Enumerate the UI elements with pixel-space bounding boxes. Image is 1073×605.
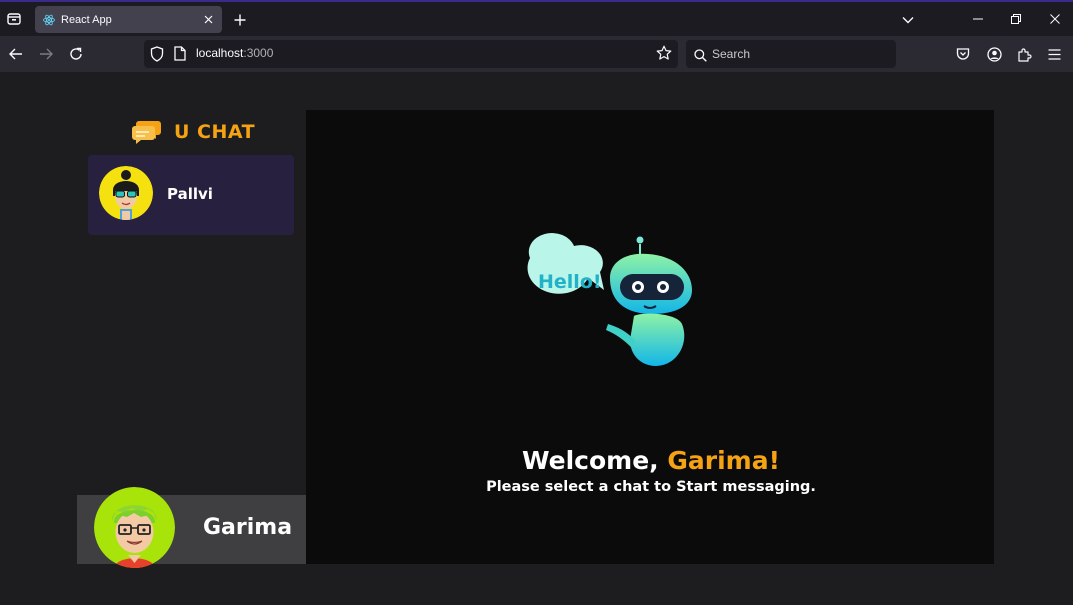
welcome-username: Garima! — [667, 446, 781, 475]
robot-bubble-text: Hello! — [538, 271, 602, 293]
search-icon — [694, 47, 707, 66]
sidebar: U CHAT Pallvi Garima — [77, 110, 306, 568]
close-window-icon[interactable] — [1037, 6, 1073, 32]
contact-name: Pallvi — [167, 185, 213, 203]
tab-bar: React App — [0, 2, 1073, 36]
bookmark-star-icon[interactable] — [656, 45, 672, 65]
url-host: localhost — [196, 46, 244, 60]
page-icon[interactable] — [174, 46, 186, 65]
url-port: :3000 — [243, 46, 274, 60]
chat-panel: Hello! Welcome, Garima! Please select a … — [306, 110, 994, 564]
forward-arrow-icon[interactable] — [34, 42, 58, 66]
account-icon[interactable] — [982, 42, 1006, 66]
brand-name: U CHAT — [174, 121, 256, 143]
welcome-heading: Welcome, Garima! — [306, 446, 996, 475]
back-arrow-icon[interactable] — [4, 42, 28, 66]
react-icon — [43, 14, 55, 26]
search-bar[interactable]: Search — [686, 40, 896, 68]
chat-bubbles-logo-icon — [132, 121, 161, 144]
url-text[interactable]: localhost:3000 — [196, 46, 273, 60]
current-user-name: Garima — [203, 515, 293, 540]
new-tab-icon[interactable] — [229, 9, 251, 31]
contact-item[interactable]: Pallvi — [88, 155, 294, 235]
brand: U CHAT — [132, 118, 255, 146]
navigation-toolbar: localhost:3000 Search — [0, 36, 1073, 72]
page-viewport: U CHAT Pallvi Garima Hello! Welcome, Gar… — [0, 72, 1073, 605]
avatar — [99, 166, 153, 220]
restore-icon[interactable] — [998, 6, 1034, 32]
tracking-shield-icon[interactable] — [150, 46, 164, 66]
address-bar[interactable]: localhost:3000 — [144, 40, 678, 68]
tab-list-icon[interactable] — [4, 7, 24, 29]
browser-tab[interactable]: React App — [35, 6, 222, 33]
welcome-prefix: Welcome, — [521, 446, 668, 475]
minimize-icon[interactable] — [960, 6, 996, 32]
reload-icon[interactable] — [64, 42, 88, 66]
tab-title: React App — [61, 13, 112, 26]
hello-robot-illustration: Hello! — [527, 233, 692, 366]
search-placeholder: Search — [712, 47, 751, 61]
pocket-icon[interactable] — [951, 42, 975, 66]
welcome-subtitle: Please select a chat to Start messaging. — [486, 479, 816, 495]
avatar — [94, 487, 175, 568]
current-user-panel: Garima — [77, 487, 306, 568]
chevron-down-icon[interactable] — [897, 9, 919, 31]
extensions-icon[interactable] — [1012, 42, 1036, 66]
hamburger-menu-icon[interactable] — [1042, 42, 1066, 66]
close-tab-icon[interactable] — [198, 10, 218, 30]
